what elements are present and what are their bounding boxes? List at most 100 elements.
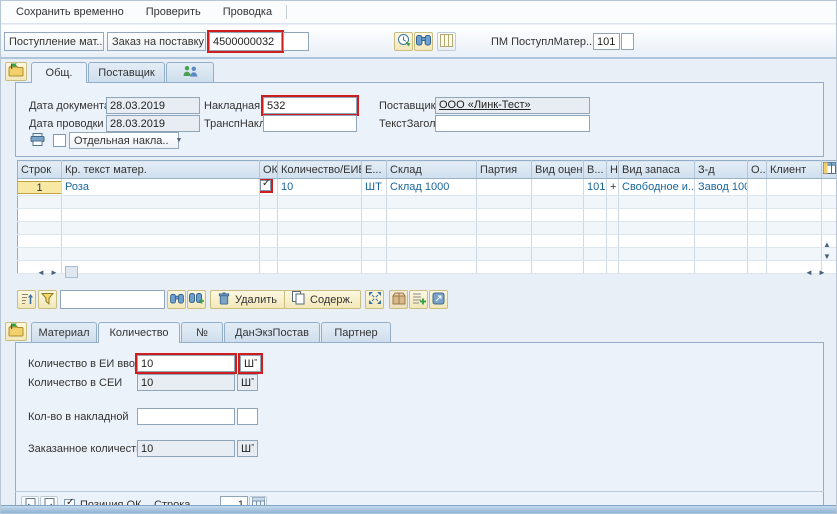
tab-partner[interactable]: Партнер <box>321 322 391 342</box>
ok-checkbox[interactable] <box>260 180 271 191</box>
col-qty[interactable]: Количество/ЕИВ <box>278 161 362 179</box>
window-bottom-strip <box>1 505 836 513</box>
columns-icon <box>440 34 453 50</box>
special-cell[interactable] <box>748 179 767 196</box>
qty-delivery-note-unit-input[interactable] <box>237 408 258 425</box>
expand-button[interactable] <box>365 290 384 309</box>
doc-type-dropdown[interactable]: Поступление мат.. <box>4 32 104 51</box>
scroll-left-button-2[interactable]: ◄ <box>805 268 813 278</box>
menu-bar: Сохранить временно Проверить Проводка <box>1 1 836 24</box>
storage-cell[interactable]: Склад 1000 <box>387 179 477 196</box>
scroll-down-button[interactable]: ▼ <box>823 252 831 262</box>
tab-vendor[interactable]: Поставщик <box>88 62 165 82</box>
vendor-value: ООО «Линк-Тест» <box>439 99 531 111</box>
qty-ordered-input[interactable] <box>137 440 235 457</box>
material-cell[interactable]: Роза <box>62 179 260 196</box>
qty-delivery-note-input[interactable] <box>137 408 235 425</box>
stock-type-cell[interactable]: Свободное и.. <box>619 179 695 196</box>
header-text-input[interactable] <box>435 115 590 132</box>
distribute-quantity-button[interactable] <box>409 290 428 309</box>
col-line[interactable]: Строк <box>18 161 62 179</box>
tab-where[interactable]: № <box>181 322 223 342</box>
tab-general[interactable]: Общ. <box>31 62 87 83</box>
qty-cell[interactable]: 10 <box>278 179 362 196</box>
batch-cell[interactable] <box>477 179 532 196</box>
delivery-note-input[interactable] <box>263 97 357 114</box>
col-n[interactable]: Н <box>607 161 619 179</box>
col-plant[interactable]: З-д <box>695 161 748 179</box>
columns-button[interactable] <box>437 32 456 51</box>
find-button[interactable] <box>414 32 433 51</box>
ok-cell <box>260 179 278 196</box>
stock-sign-cell[interactable]: + <box>607 179 619 196</box>
col-storage[interactable]: Склад <box>387 161 477 179</box>
scroll-left-button[interactable]: ◄ <box>37 268 45 278</box>
col-ok[interactable]: ОК <box>260 161 278 179</box>
col-batch[interactable]: Партия <box>477 161 532 179</box>
scroll-right-button[interactable]: ► <box>50 268 58 278</box>
valuation-cell[interactable] <box>532 179 584 196</box>
pack-button[interactable] <box>389 290 408 309</box>
empty-row <box>18 196 837 209</box>
scroll-right-button-2[interactable]: ► <box>818 268 826 278</box>
movement-ext-input[interactable] <box>621 33 634 50</box>
tab-partners[interactable] <box>166 62 214 82</box>
detail-collapse-button[interactable] <box>5 322 27 341</box>
find-item-button[interactable] <box>167 290 186 309</box>
menu-save-temp[interactable]: Сохранить временно <box>5 2 135 22</box>
search-input[interactable] <box>60 290 165 309</box>
tab-po-data[interactable]: ДанЭкзПостав <box>224 322 320 342</box>
vendor-label: Поставщик <box>379 100 435 113</box>
binoculars-icon <box>416 34 431 49</box>
items-table: Строк Кр. текст матер. ОК Количество/ЕИВ… <box>17 160 837 274</box>
movement-cell[interactable]: 101 <box>584 179 607 196</box>
plant-cell[interactable]: Завод 1000 <box>695 179 748 196</box>
empty-row <box>18 261 837 274</box>
find-next-button[interactable] <box>187 290 206 309</box>
qty-suom-input[interactable] <box>137 374 235 391</box>
table-config-icon[interactable] <box>823 165 836 177</box>
menu-check[interactable]: Проверить <box>135 2 212 22</box>
po-item-input[interactable] <box>283 32 309 51</box>
bill-of-lading-input[interactable] <box>263 115 357 132</box>
movement-type-input[interactable] <box>593 33 620 50</box>
scroll-up-button[interactable]: ▲ <box>823 240 831 250</box>
contents-button[interactable]: Содерж. <box>284 290 361 309</box>
qty-entry-unit-input[interactable] <box>240 355 261 372</box>
vendor-field[interactable]: ООО «Линк-Тест» <box>435 97 590 114</box>
col-o[interactable]: О... <box>748 161 767 179</box>
po-number-input[interactable] <box>209 32 282 51</box>
unit-cell[interactable]: ШТ <box>362 179 387 196</box>
qty-ordered-unit-input[interactable] <box>237 440 258 457</box>
execute-button[interactable] <box>394 32 413 51</box>
reference-type-dropdown[interactable]: Заказ на поставку <box>107 32 206 51</box>
col-movement[interactable]: В... <box>584 161 607 179</box>
table-settings-cell <box>822 161 837 179</box>
line-number-cell[interactable]: 1 <box>18 179 62 196</box>
delete-button[interactable]: Удалить <box>210 290 285 309</box>
col-unit[interactable]: Е... <box>362 161 387 179</box>
details-button[interactable] <box>429 290 448 309</box>
h-scrollbar-thumb[interactable] <box>65 266 78 278</box>
tab-material[interactable]: Материал <box>31 322 97 342</box>
filter-button[interactable] <box>38 290 57 309</box>
print-button[interactable] <box>27 132 47 149</box>
header-collapse-button[interactable] <box>5 62 27 81</box>
print-checkbox[interactable] <box>53 134 66 147</box>
col-material[interactable]: Кр. текст матер. <box>62 161 260 179</box>
sort-ascending-button[interactable] <box>17 290 36 309</box>
doc-date-label: Дата документа <box>29 100 110 113</box>
menu-post[interactable]: Проводка <box>212 2 283 22</box>
col-stock-type[interactable]: Вид запаса <box>619 161 695 179</box>
delete-button-label: Удалить <box>235 294 277 306</box>
tab-quantity[interactable]: Количество <box>98 322 180 343</box>
tab-partner-label: Партнер <box>334 327 377 339</box>
customer-cell[interactable] <box>767 179 822 196</box>
col-valuation[interactable]: Вид оценки <box>532 161 584 179</box>
individual-slip-dropdown[interactable]: Отдельная накла.. <box>69 132 179 149</box>
qty-suom-unit-input[interactable] <box>237 374 258 391</box>
qty-entry-input[interactable] <box>137 355 235 372</box>
col-customer[interactable]: Клиент <box>767 161 822 179</box>
post-date-input[interactable] <box>106 115 200 132</box>
doc-date-input[interactable] <box>106 97 200 114</box>
